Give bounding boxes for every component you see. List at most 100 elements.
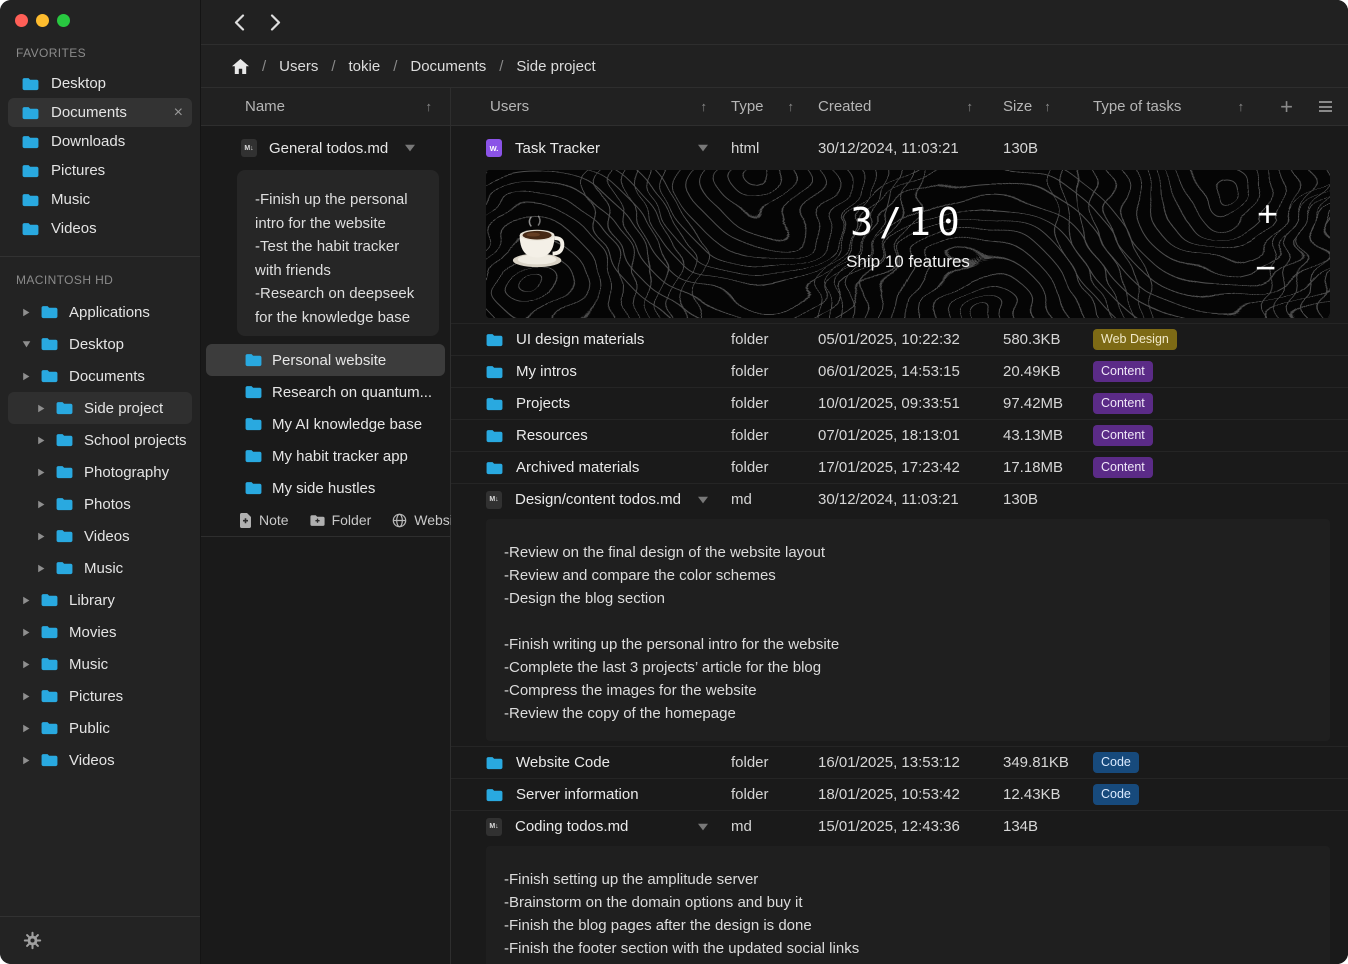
row-file-name: Design/content todos.md: [515, 491, 681, 508]
tree-item-library[interactable]: Library: [8, 584, 192, 616]
table-header: Users ↑ Type ↑ Created ↑ Size ↑ Type of …: [451, 88, 1348, 126]
table-row-coding-todos-md[interactable]: M↓ Coding todos.md md 15/01/2025, 12:43:…: [451, 810, 1348, 842]
tree-item-videos[interactable]: Videos: [8, 744, 192, 776]
increment-button[interactable]: +: [1257, 196, 1278, 232]
close-icon[interactable]: ×: [174, 105, 183, 121]
row-type: folder: [731, 459, 818, 476]
table-row-website-code[interactable]: Website Code folder 16/01/2025, 13:53:12…: [451, 746, 1348, 778]
table-row-ui-design-materials[interactable]: UI design materials folder 05/01/2025, 1…: [451, 323, 1348, 355]
tree-item-music[interactable]: Music: [8, 648, 192, 680]
task-type-badge: Code: [1093, 784, 1139, 806]
tree-item-desktop[interactable]: Desktop: [8, 328, 192, 360]
expand-arrow[interactable]: [21, 660, 31, 669]
tree-item-school-projects[interactable]: School projects: [8, 424, 192, 456]
expand-arrow[interactable]: [36, 468, 46, 477]
dropdown-caret-icon: [697, 823, 709, 831]
sidebar-item-downloads[interactable]: Downloads: [8, 127, 192, 156]
tree-item-applications[interactable]: Applications: [8, 296, 192, 328]
back-button[interactable]: [234, 14, 245, 31]
table-row-task-tracker[interactable]: W. Task Tracker html 30/12/2024, 11:03:2…: [451, 126, 1348, 170]
tree-item-music[interactable]: Music: [8, 552, 192, 584]
expand-arrow[interactable]: [36, 532, 46, 541]
file-preview: -Finish up the personal intro for the we…: [237, 170, 439, 336]
add-column-button[interactable]: +: [1280, 96, 1293, 118]
tree-item-label: Documents: [69, 368, 145, 385]
tree-item-videos[interactable]: Videos: [8, 520, 192, 552]
folder-add-icon: [310, 514, 325, 527]
sidebar-item-documents[interactable]: Documents ×: [8, 98, 192, 127]
expand-arrow[interactable]: [21, 308, 31, 317]
panel-folder-personal-website[interactable]: Personal website: [206, 344, 445, 376]
sidebar-item-videos[interactable]: Videos: [8, 214, 192, 243]
chevron-right-icon: [37, 436, 45, 445]
forward-button[interactable]: [270, 14, 281, 31]
tree-item-side-project[interactable]: Side project: [8, 392, 192, 424]
expand-arrow[interactable]: [21, 340, 31, 348]
column-header-type[interactable]: Type ↑: [731, 98, 818, 115]
table-row-projects[interactable]: Projects folder 10/01/2025, 09:33:51 97.…: [451, 387, 1348, 419]
dropdown-caret[interactable]: [404, 144, 416, 152]
tree-item-documents[interactable]: Documents: [8, 360, 192, 392]
column-header-users[interactable]: Users ↑: [486, 98, 731, 115]
table-row-my-intros[interactable]: My intros folder 06/01/2025, 14:53:15 20…: [451, 355, 1348, 387]
expand-arrow[interactable]: [21, 372, 31, 381]
tree-item-photos[interactable]: Photos: [8, 488, 192, 520]
expand-arrow[interactable]: [36, 436, 46, 445]
chevron-right-icon: [270, 14, 281, 31]
minimize-window-button[interactable]: [36, 14, 49, 27]
column-label: Size: [1003, 98, 1032, 115]
panel-folder-my-habit-tracker-app[interactable]: My habit tracker app: [206, 440, 445, 472]
panel-folder-my-side-hustles[interactable]: My side hustles: [206, 472, 445, 504]
expand-arrow[interactable]: [21, 724, 31, 733]
close-window-button[interactable]: [15, 14, 28, 27]
selected-file-row[interactable]: M↓ General todos.md: [201, 126, 450, 170]
breadcrumb-item-users[interactable]: Users: [279, 58, 318, 75]
row-dropdown-caret[interactable]: [697, 144, 709, 152]
tree-item-public[interactable]: Public: [8, 712, 192, 744]
decrement-button[interactable]: −: [1255, 250, 1276, 286]
view-options-icon[interactable]: [1319, 101, 1332, 112]
sidebar-item-pictures[interactable]: Pictures: [8, 156, 192, 185]
sidebar-item-music[interactable]: Music: [8, 185, 192, 214]
row-dropdown-caret[interactable]: [697, 823, 709, 831]
expand-arrow[interactable]: [21, 596, 31, 605]
row-file-name: Resources: [516, 427, 588, 444]
tree-item-photography[interactable]: Photography: [8, 456, 192, 488]
table-row-archived-materials[interactable]: Archived materials folder 17/01/2025, 17…: [451, 451, 1348, 483]
table-row-design-content-todos-md[interactable]: M↓ Design/content todos.md md 30/12/2024…: [451, 483, 1348, 515]
table-row-resources[interactable]: Resources folder 07/01/2025, 18:13:01 43…: [451, 419, 1348, 451]
row-created: 15/01/2025, 12:43:36: [818, 818, 1003, 835]
row-dropdown-caret[interactable]: [697, 496, 709, 504]
expand-arrow[interactable]: [21, 692, 31, 701]
table-row-server-information[interactable]: Server information folder 18/01/2025, 10…: [451, 778, 1348, 810]
folder-icon: [486, 397, 503, 411]
settings-gear-icon[interactable]: [23, 931, 42, 950]
breadcrumb-item-tokie[interactable]: tokie: [349, 58, 381, 75]
row-file-name: Server information: [516, 786, 639, 803]
breadcrumb-item-documents[interactable]: Documents: [410, 58, 486, 75]
home-icon[interactable]: [232, 59, 249, 74]
column-header-size[interactable]: Size ↑: [1003, 98, 1093, 115]
expand-arrow[interactable]: [36, 564, 46, 573]
tree-item-pictures[interactable]: Pictures: [8, 680, 192, 712]
maximize-window-button[interactable]: [57, 14, 70, 27]
column-header-type-of-tasks[interactable]: Type of tasks ↑ +: [1093, 96, 1348, 118]
column-header-created[interactable]: Created ↑: [818, 98, 1003, 115]
preview-line: -Research on deepseek for the knowledge …: [255, 282, 427, 329]
panel-folder-my-ai-knowledge-base[interactable]: My AI knowledge base: [206, 408, 445, 440]
expand-arrow[interactable]: [21, 756, 31, 765]
expand-arrow[interactable]: [36, 500, 46, 509]
tree-item-movies[interactable]: Movies: [8, 616, 192, 648]
expand-arrow[interactable]: [21, 628, 31, 637]
panel-folder-research-on-quantum[interactable]: Research on quantum...: [206, 376, 445, 408]
tree-item-label: Videos: [84, 528, 130, 545]
breadcrumb-item-side-project[interactable]: Side project: [516, 58, 595, 75]
row-type: html: [731, 140, 818, 157]
feature-goal-label: Ship 10 features: [486, 252, 1330, 272]
sidebar-divider: [0, 256, 200, 257]
add-note-button[interactable]: Note: [239, 512, 289, 528]
name-column-header[interactable]: Name ↑: [201, 88, 450, 126]
sidebar-item-desktop[interactable]: Desktop: [8, 69, 192, 98]
add-folder-button[interactable]: Folder: [310, 512, 372, 528]
expand-arrow[interactable]: [36, 404, 46, 413]
